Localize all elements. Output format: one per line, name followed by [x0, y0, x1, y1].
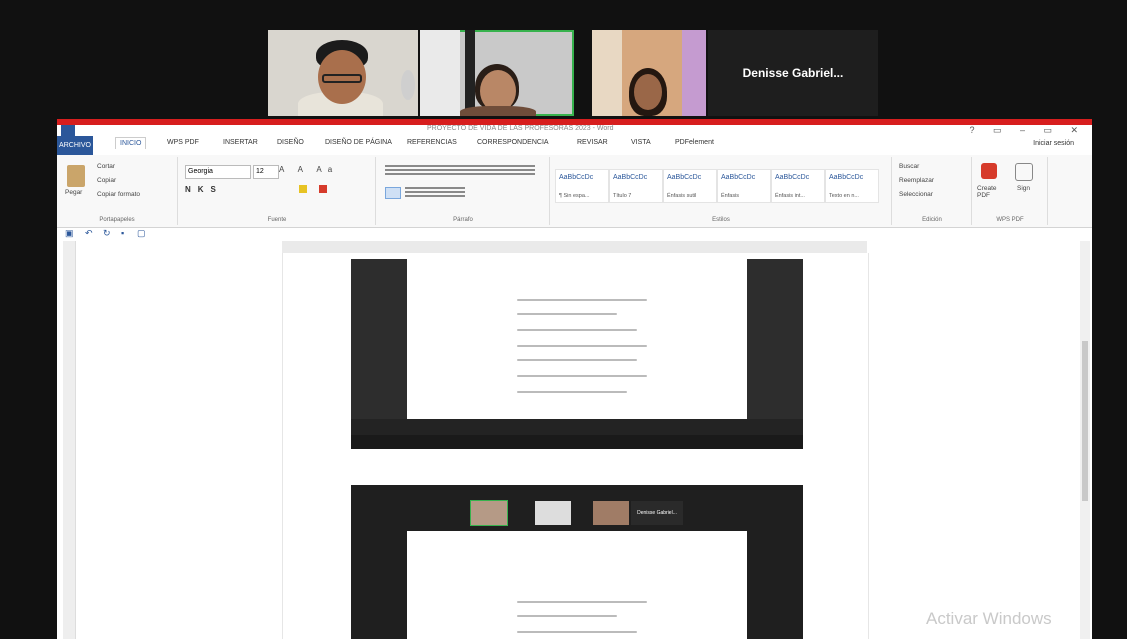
font-name-select[interactable]: Georgia — [185, 165, 251, 179]
tab-insertar[interactable]: INSERTAR — [223, 139, 258, 146]
embedded-screenshot: Denisse Gabriel... — [351, 485, 803, 639]
align-left-button[interactable] — [385, 187, 401, 199]
embedded-name-tile: Denisse Gabriel... — [631, 501, 683, 525]
sign-button[interactable]: Sign — [1017, 185, 1030, 192]
font-style-buttons[interactable]: NKS — [185, 185, 223, 194]
font-group: Georgia 12 A A Aa NKS Fuente — [179, 157, 376, 225]
window-controls[interactable]: ? ▭ – ▭ ✕ — [969, 125, 1086, 136]
quick-access-toolbar: ▣ ↶ ↻ ▪ ▢ — [57, 227, 1092, 241]
redo-icon[interactable]: ↻ — [103, 228, 111, 239]
clipboard-label: Portapapeles — [99, 217, 135, 223]
copy-button[interactable]: Copiar — [97, 177, 116, 184]
font-size-select[interactable]: 12 — [253, 165, 279, 179]
find-button[interactable]: Buscar — [899, 163, 919, 170]
document-title: PROYECTO DE VIDA DE LAS PROFESORAS 2023 … — [427, 125, 614, 132]
highlight-color-icon[interactable] — [299, 185, 307, 193]
tab-wps-pdf[interactable]: WPS PDF — [167, 139, 199, 146]
tab-pdfelement[interactable]: PDFelement — [675, 139, 714, 146]
create-pdf-icon[interactable] — [981, 163, 997, 179]
document-page[interactable]: Denisse Gabriel... — [282, 253, 869, 639]
tab-diseno-pagina[interactable]: DISEÑO DE PÁGINA — [325, 139, 392, 146]
editing-label: Edición — [922, 217, 942, 223]
vertical-scrollbar[interactable] — [1080, 241, 1090, 639]
embedded-meeting-controls — [351, 419, 803, 435]
font-label: Fuente — [267, 217, 287, 223]
word-window: PROYECTO DE VIDA DE LAS PROFESORAS 2023 … — [57, 119, 1092, 639]
ribbon-tabs: ARCHIVO INICIO WPS PDF INSERTAR DISEÑO D… — [57, 136, 1092, 156]
style-item[interactable]: AaBbCcDc Título 7 — [609, 169, 663, 203]
format-painter-button[interactable]: Copiar formato — [97, 191, 140, 198]
title-bar: PROYECTO DE VIDA DE LAS PROFESORAS 2023 … — [57, 119, 1092, 136]
activation-watermark: Activar Windows — [926, 609, 1052, 628]
participant-video-active[interactable] — [420, 30, 574, 116]
paste-button[interactable]: Pegar — [65, 189, 82, 196]
align-buttons[interactable] — [405, 187, 465, 189]
font-size-buttons[interactable]: A A Aa — [279, 165, 338, 174]
ribbon: Pegar Cortar Copiar Copiar formato Porta… — [57, 155, 1092, 228]
create-pdf-button[interactable]: Create PDF — [977, 185, 1003, 199]
vertical-ruler — [63, 241, 76, 639]
sign-in-link[interactable]: Iniciar sesión — [1033, 140, 1074, 147]
participant-video[interactable] — [592, 30, 706, 116]
style-item[interactable]: AaBbCcDc Texto en n... — [825, 169, 879, 203]
styles-group: AaBbCcDc ¶ Sin espa... AaBbCcDc Título 7 A… — [551, 157, 892, 225]
document-area[interactable]: Denisse Gabriel... — [57, 241, 1092, 639]
tab-vista[interactable]: VISTA — [631, 139, 651, 146]
wps-pdf-label: WPS PDF — [996, 217, 1024, 223]
participant-name: Denisse Gabriel... — [742, 66, 844, 80]
sign-icon[interactable] — [1015, 163, 1033, 181]
embedded-document — [407, 259, 747, 419]
paste-icon[interactable] — [67, 165, 85, 187]
undo-icon[interactable]: ↶ — [85, 228, 93, 239]
save-icon[interactable]: ▣ — [65, 228, 74, 239]
participant-video[interactable] — [268, 30, 418, 116]
style-item[interactable]: AaBbCcDc ¶ Sin espa... — [555, 169, 609, 203]
participant-name-tile[interactable]: Denisse Gabriel... — [708, 30, 878, 116]
select-button[interactable]: Seleccionar — [899, 191, 933, 198]
meeting-window: Denisse Gabriel... PROYECTO DE VIDA DE L… — [0, 0, 1127, 639]
tab-referencias[interactable]: REFERENCIAS — [407, 139, 457, 146]
tab-inicio[interactable]: INICIO — [115, 137, 147, 149]
style-item[interactable]: AaBbCcDc Énfasis int... — [771, 169, 825, 203]
embedded-screenshot — [351, 259, 803, 449]
horizontal-ruler — [282, 241, 867, 253]
tab-revisar[interactable]: REVISAR — [577, 139, 608, 146]
list-buttons[interactable] — [385, 165, 535, 167]
style-item[interactable]: AaBbCcDc Énfasis sutil — [663, 169, 717, 203]
wps-pdf-group: Create PDF Sign WPS PDF — [973, 157, 1048, 225]
style-item[interactable]: AaBbCcDc Énfasis — [717, 169, 771, 203]
editing-group: Buscar Reemplazar Seleccionar Edición — [893, 157, 972, 225]
embedded-taskbar — [351, 435, 803, 449]
styles-label: Estilos — [712, 217, 730, 223]
tab-archivo[interactable]: ARCHIVO — [57, 136, 93, 155]
clipboard-group: Pegar Cortar Copiar Copiar formato Porta… — [57, 157, 178, 225]
tab-diseno[interactable]: DISEÑO — [277, 139, 304, 146]
tab-correspondencia[interactable]: CORRESPONDENCIA — [477, 139, 549, 146]
cut-button[interactable]: Cortar — [97, 163, 115, 170]
font-color-icon[interactable] — [319, 185, 327, 193]
paragraph-label: Párrafo — [453, 217, 473, 223]
embedded-document — [407, 531, 747, 639]
paragraph-group: Párrafo — [377, 157, 550, 225]
print-icon[interactable]: ▪ — [121, 228, 124, 238]
replace-button[interactable]: Reemplazar — [899, 177, 934, 184]
new-document-icon[interactable]: ▢ — [137, 228, 146, 239]
word-logo-icon — [61, 125, 75, 136]
